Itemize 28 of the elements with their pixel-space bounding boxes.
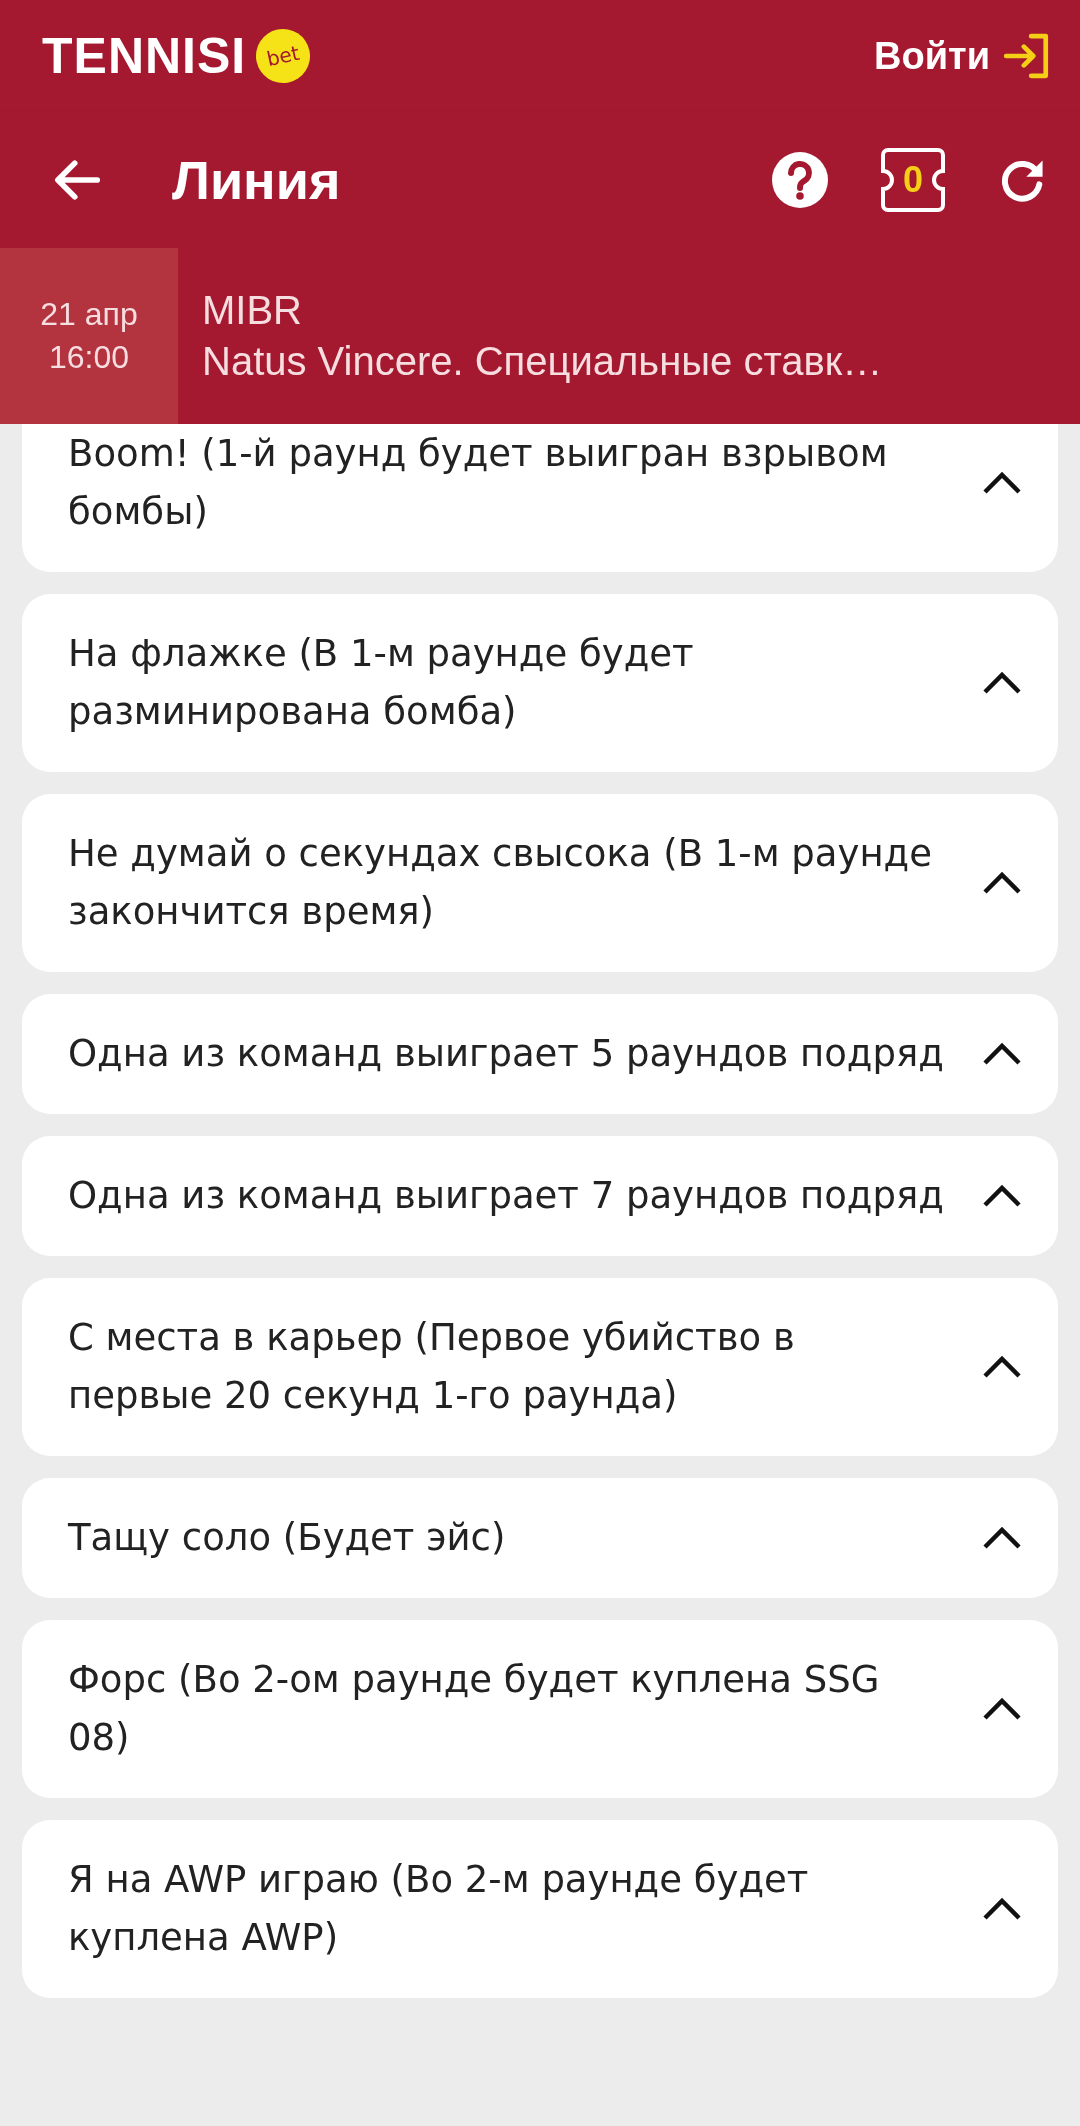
logo-text: TENNISI bbox=[42, 27, 247, 85]
team-name: MIBR bbox=[202, 288, 303, 333]
market-title: Форс (Во 2-ом раунде будет куплена SSG 08) bbox=[68, 1657, 881, 1761]
help-icon[interactable] bbox=[772, 152, 828, 208]
market-card[interactable]: Форс (Во 2-ом раунде будет куплена SSG 08) bbox=[22, 1620, 1058, 1798]
market-card[interactable]: Одна из команд выиграет 5 раундов подряд bbox=[22, 994, 1058, 1114]
market-title: Boom! (1-й раунд будет выигран взрывом бомбы) bbox=[68, 431, 889, 535]
page-title: Линия bbox=[172, 149, 342, 211]
event-date: 21 апр bbox=[40, 296, 138, 333]
market-card[interactable]: Я на AWP играю (Во 2-м раунде будет куплена AWP) bbox=[22, 1820, 1058, 1998]
market-title: На флажке (В 1-м раунде будет разминирована бомба) bbox=[68, 631, 695, 735]
coupon-count: 0 bbox=[903, 159, 923, 201]
market-title: С места в карьер (Первое убийство в первые 20 секунд 1-го раунда) bbox=[68, 1315, 796, 1419]
market-title: Тащу соло (Будет эйс) bbox=[68, 1515, 506, 1561]
market-title: Одна из команд выиграет 7 раундов подряд bbox=[68, 1173, 944, 1219]
market-title: Не думай о секундах свысока (В 1-м раунде закончится время) bbox=[68, 831, 933, 935]
market-title: Одна из команд выиграет 5 раундов подряд bbox=[68, 1031, 944, 1077]
market-card[interactable]: Boom! (1-й раунд будет выигран взрывом бомбы) bbox=[22, 424, 1058, 572]
login-button[interactable]: Войти bbox=[862, 25, 1064, 87]
market-card[interactable]: С места в карьер (Первое убийство в первые 20 секунд 1-го раунда) bbox=[22, 1278, 1058, 1456]
event-time: 16:00 bbox=[48, 339, 130, 376]
market-card[interactable]: Не думай о секундах свысока (В 1-м раунде закончится время) bbox=[22, 794, 1058, 972]
market-title: Я на AWP играю (Во 2-м раунде будет куплена AWP) bbox=[68, 1857, 810, 1961]
event-title: Natus Vincere. Специальные ставк… bbox=[202, 339, 883, 384]
market-card[interactable]: На флажке (В 1-м раунде будет разминирована бомба) bbox=[22, 594, 1058, 772]
coupon-button[interactable]: 0 bbox=[880, 147, 946, 213]
market-card[interactable]: Одна из команд выиграет 7 раундов подряд bbox=[22, 1136, 1058, 1256]
market-card[interactable]: Тащу соло (Будет эйс) bbox=[22, 1478, 1058, 1598]
